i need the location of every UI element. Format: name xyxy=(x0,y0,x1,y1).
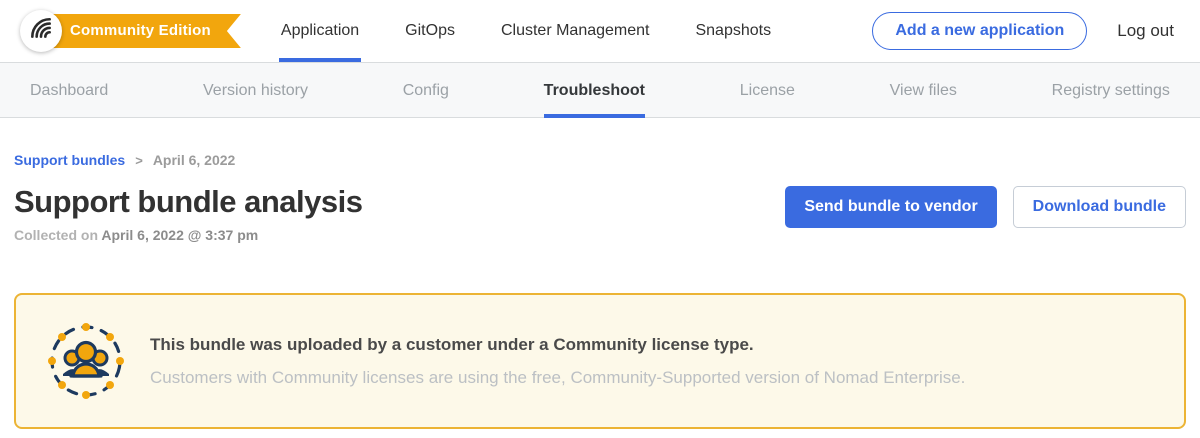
collected-timestamp: Collected on April 6, 2022 @ 3:37 pm xyxy=(14,227,363,243)
collected-date: April 6, 2022 @ 3:37 pm xyxy=(101,227,258,243)
primary-nav-tabs: Application GitOps Cluster Management Sn… xyxy=(281,0,771,62)
breadcrumb: Support bundles > April 6, 2022 xyxy=(14,152,1186,168)
add-new-application-button[interactable]: Add a new application xyxy=(872,12,1087,50)
tab-snapshots[interactable]: Snapshots xyxy=(695,0,771,62)
top-nav: Community Edition Application GitOps Clu… xyxy=(0,0,1200,62)
app-logo[interactable] xyxy=(20,10,62,52)
tab-gitops[interactable]: GitOps xyxy=(405,0,455,62)
breadcrumb-current-bundle: April 6, 2022 xyxy=(153,152,236,168)
notice-subtitle: Customers with Community licenses are us… xyxy=(150,368,965,388)
tab-cluster-management[interactable]: Cluster Management xyxy=(501,0,650,62)
tab-application[interactable]: Application xyxy=(281,0,359,62)
bundle-actions: Send bundle to vendor Download bundle xyxy=(785,186,1186,228)
subnav-item-view-files[interactable]: View files xyxy=(890,63,957,118)
community-license-notice: This bundle was uploaded by a customer u… xyxy=(14,293,1186,429)
collected-prefix: Collected on xyxy=(14,227,101,243)
notice-title: This bundle was uploaded by a customer u… xyxy=(150,335,965,355)
subnav-item-version-history[interactable]: Version history xyxy=(203,63,308,118)
community-group-icon xyxy=(46,321,126,401)
page-title: Support bundle analysis xyxy=(14,184,363,220)
log-out-link[interactable]: Log out xyxy=(1117,21,1174,41)
send-bundle-to-vendor-button[interactable]: Send bundle to vendor xyxy=(785,186,996,228)
subnav-item-registry-settings[interactable]: Registry settings xyxy=(1052,63,1170,118)
subnav-item-license[interactable]: License xyxy=(740,63,795,118)
top-nav-right: Add a new application Log out xyxy=(872,12,1174,50)
notice-text: This bundle was uploaded by a customer u… xyxy=(150,335,965,388)
app-logo-icon xyxy=(28,16,54,47)
community-edition-badge: Community Edition xyxy=(46,14,241,48)
subnav-item-dashboard[interactable]: Dashboard xyxy=(30,63,108,118)
breadcrumb-separator: > xyxy=(135,153,143,168)
download-bundle-button[interactable]: Download bundle xyxy=(1013,186,1186,228)
page-header: Support bundle analysis Collected on Apr… xyxy=(14,184,1186,243)
app-sub-nav: Dashboard Version history Config Trouble… xyxy=(0,62,1200,118)
page-title-block: Support bundle analysis Collected on Apr… xyxy=(14,184,363,243)
breadcrumb-support-bundles-link[interactable]: Support bundles xyxy=(14,152,125,168)
subnav-item-troubleshoot[interactable]: Troubleshoot xyxy=(544,63,645,118)
subnav-item-config[interactable]: Config xyxy=(403,63,449,118)
main-content: Support bundles > April 6, 2022 Support … xyxy=(0,152,1200,429)
